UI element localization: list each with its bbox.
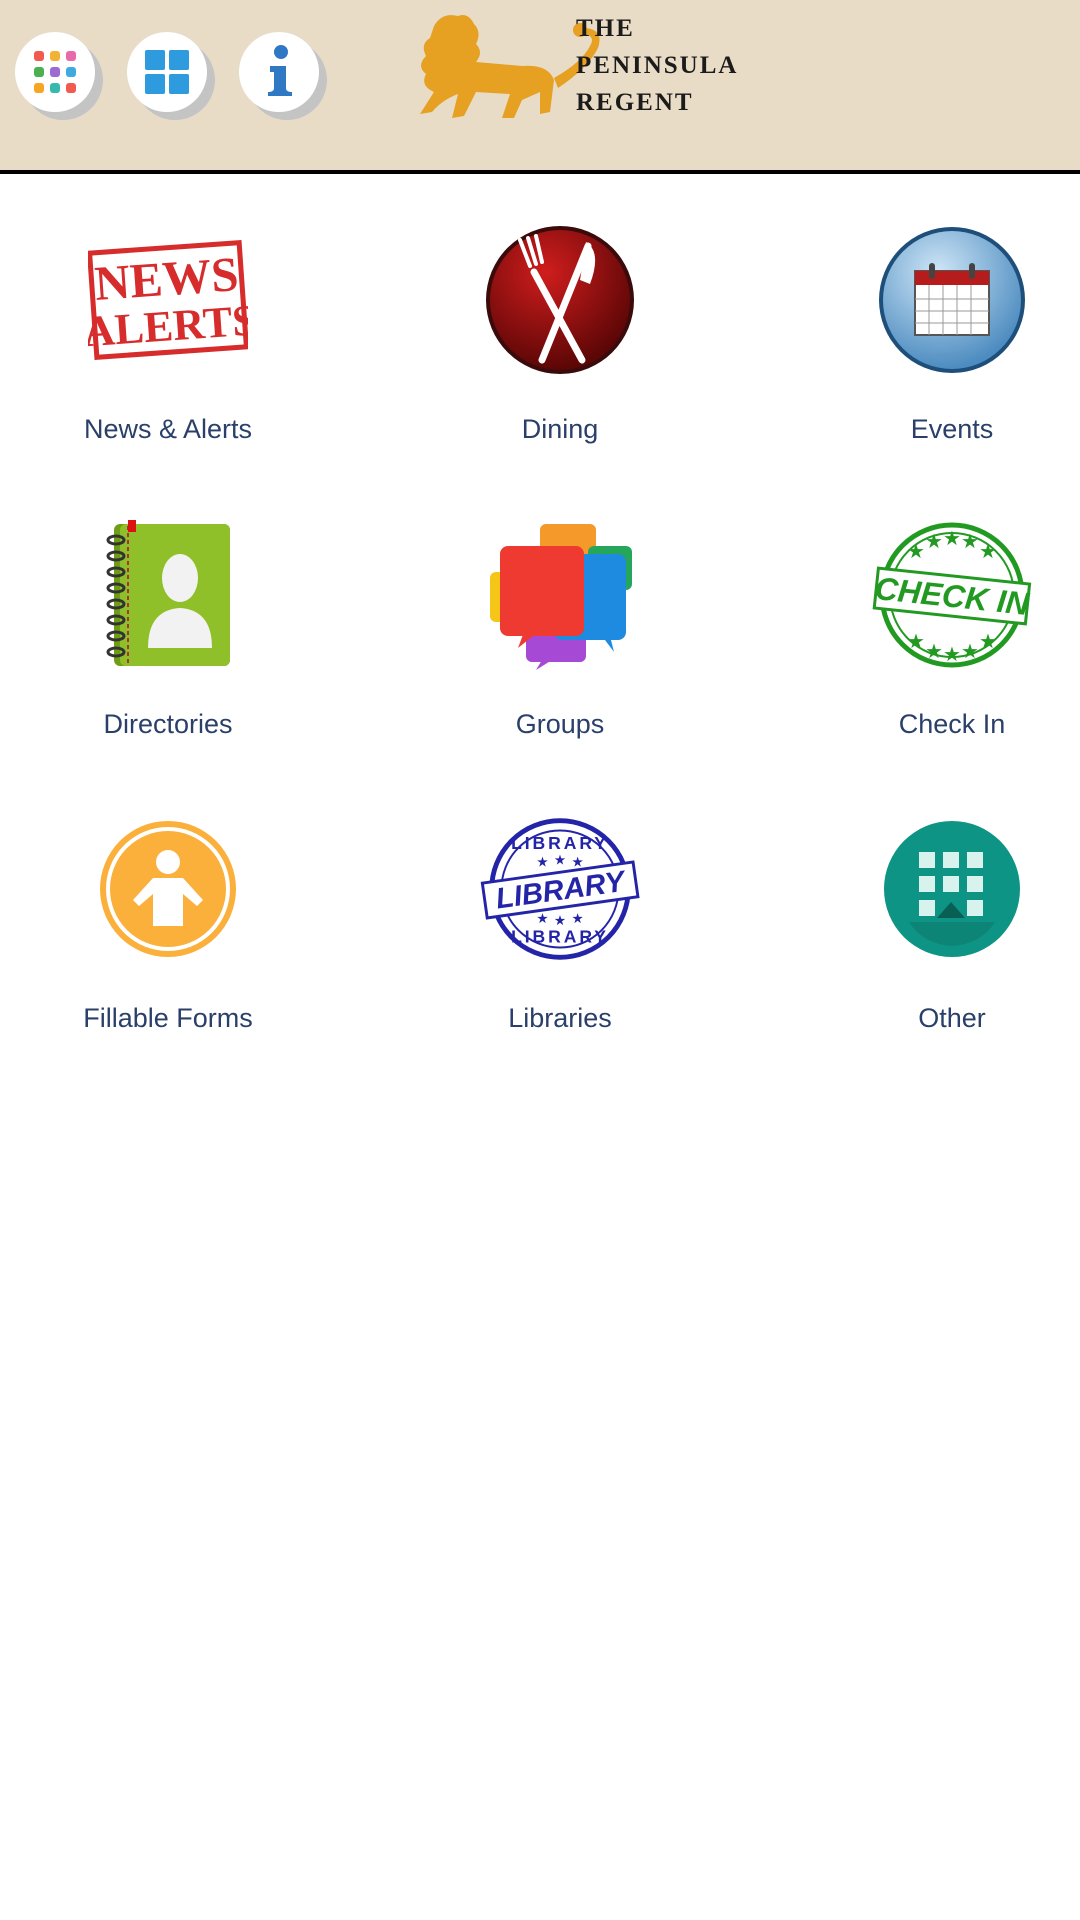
- tile-label: Groups: [515, 709, 605, 739]
- stamp-text: LIBRARY: [511, 833, 609, 853]
- svg-text:★: ★: [979, 629, 997, 653]
- brand-line: REGENT: [576, 89, 694, 116]
- tile-dining[interactable]: Dining: [410, 174, 710, 444]
- tile-label: Libraries: [508, 1003, 612, 1033]
- info-button[interactable]: [239, 32, 319, 112]
- tile-label: Directories: [103, 709, 233, 739]
- grid-tiles-icon: [145, 50, 189, 94]
- svg-text:★: ★: [925, 529, 943, 553]
- svg-text:★: ★: [979, 539, 997, 563]
- svg-text:★: ★: [536, 855, 548, 871]
- tile-label: Check In: [898, 709, 1006, 739]
- person-form-icon: [100, 821, 236, 957]
- app-header: THE PENINSULA REGENT: [0, 0, 1080, 174]
- tile-other[interactable]: Other: [802, 763, 1080, 1033]
- svg-text:★: ★: [925, 639, 943, 663]
- address-book-icon: [106, 520, 230, 666]
- svg-text:★: ★: [536, 911, 548, 927]
- tile-groups[interactable]: Groups: [410, 469, 710, 739]
- brand-line: THE: [576, 15, 635, 42]
- svg-text:★: ★: [943, 526, 961, 550]
- svg-text:★: ★: [907, 629, 925, 653]
- chat-bubbles-icon: [490, 524, 632, 670]
- tile-directories[interactable]: Directories: [18, 469, 318, 739]
- other-grid-icon: [884, 821, 1020, 957]
- tile-news-alerts[interactable]: NEWS ALERTS News & Alerts: [18, 174, 318, 444]
- tile-label: Dining: [521, 414, 599, 444]
- lion-icon: [420, 15, 600, 118]
- tile-fillable-forms[interactable]: Fillable Forms: [18, 763, 318, 1033]
- tile-check-in[interactable]: ★ ★ ★ ★ ★ ★ ★ ★ ★ ★ CHECK IN Check In: [802, 469, 1080, 739]
- svg-text:★: ★: [554, 913, 566, 929]
- svg-text:★: ★: [571, 911, 583, 927]
- svg-text:★: ★: [943, 642, 961, 666]
- tile-label: News & Alerts: [83, 414, 253, 444]
- tile-label: Other: [918, 1003, 986, 1033]
- fork-knife-icon: [486, 226, 634, 374]
- news-alerts-stamp-icon: NEWS ALERTS: [88, 239, 248, 361]
- info-icon: [268, 45, 292, 96]
- apps-dots-icon: [34, 51, 76, 93]
- svg-text:★: ★: [554, 853, 566, 869]
- svg-text:★: ★: [961, 529, 979, 553]
- tile-label: Events: [910, 414, 994, 444]
- tiles-view-button[interactable]: [127, 32, 207, 112]
- brand-name: THE PENINSULA REGENT: [576, 10, 738, 121]
- svg-text:★: ★: [907, 539, 925, 563]
- brand-line: PENINSULA: [576, 52, 739, 79]
- svg-text:★: ★: [961, 639, 979, 663]
- tile-label: Fillable Forms: [83, 1003, 253, 1033]
- tile-libraries[interactable]: LIBRARY LIBRARY ★ ★ ★ ★ ★ ★ LIBRARY Librarie…: [410, 763, 710, 1033]
- stamp-text: LIBRARY: [511, 927, 609, 947]
- check-in-stamp-icon: ★ ★ ★ ★ ★ ★ ★ ★ ★ ★ CHECK IN: [872, 522, 1032, 668]
- calendar-icon: [879, 227, 1025, 373]
- apps-menu-button[interactable]: [15, 32, 95, 112]
- tile-events[interactable]: Events: [802, 174, 1080, 444]
- library-stamp-icon: LIBRARY LIBRARY ★ ★ ★ ★ ★ ★ LIBRARY: [480, 818, 640, 960]
